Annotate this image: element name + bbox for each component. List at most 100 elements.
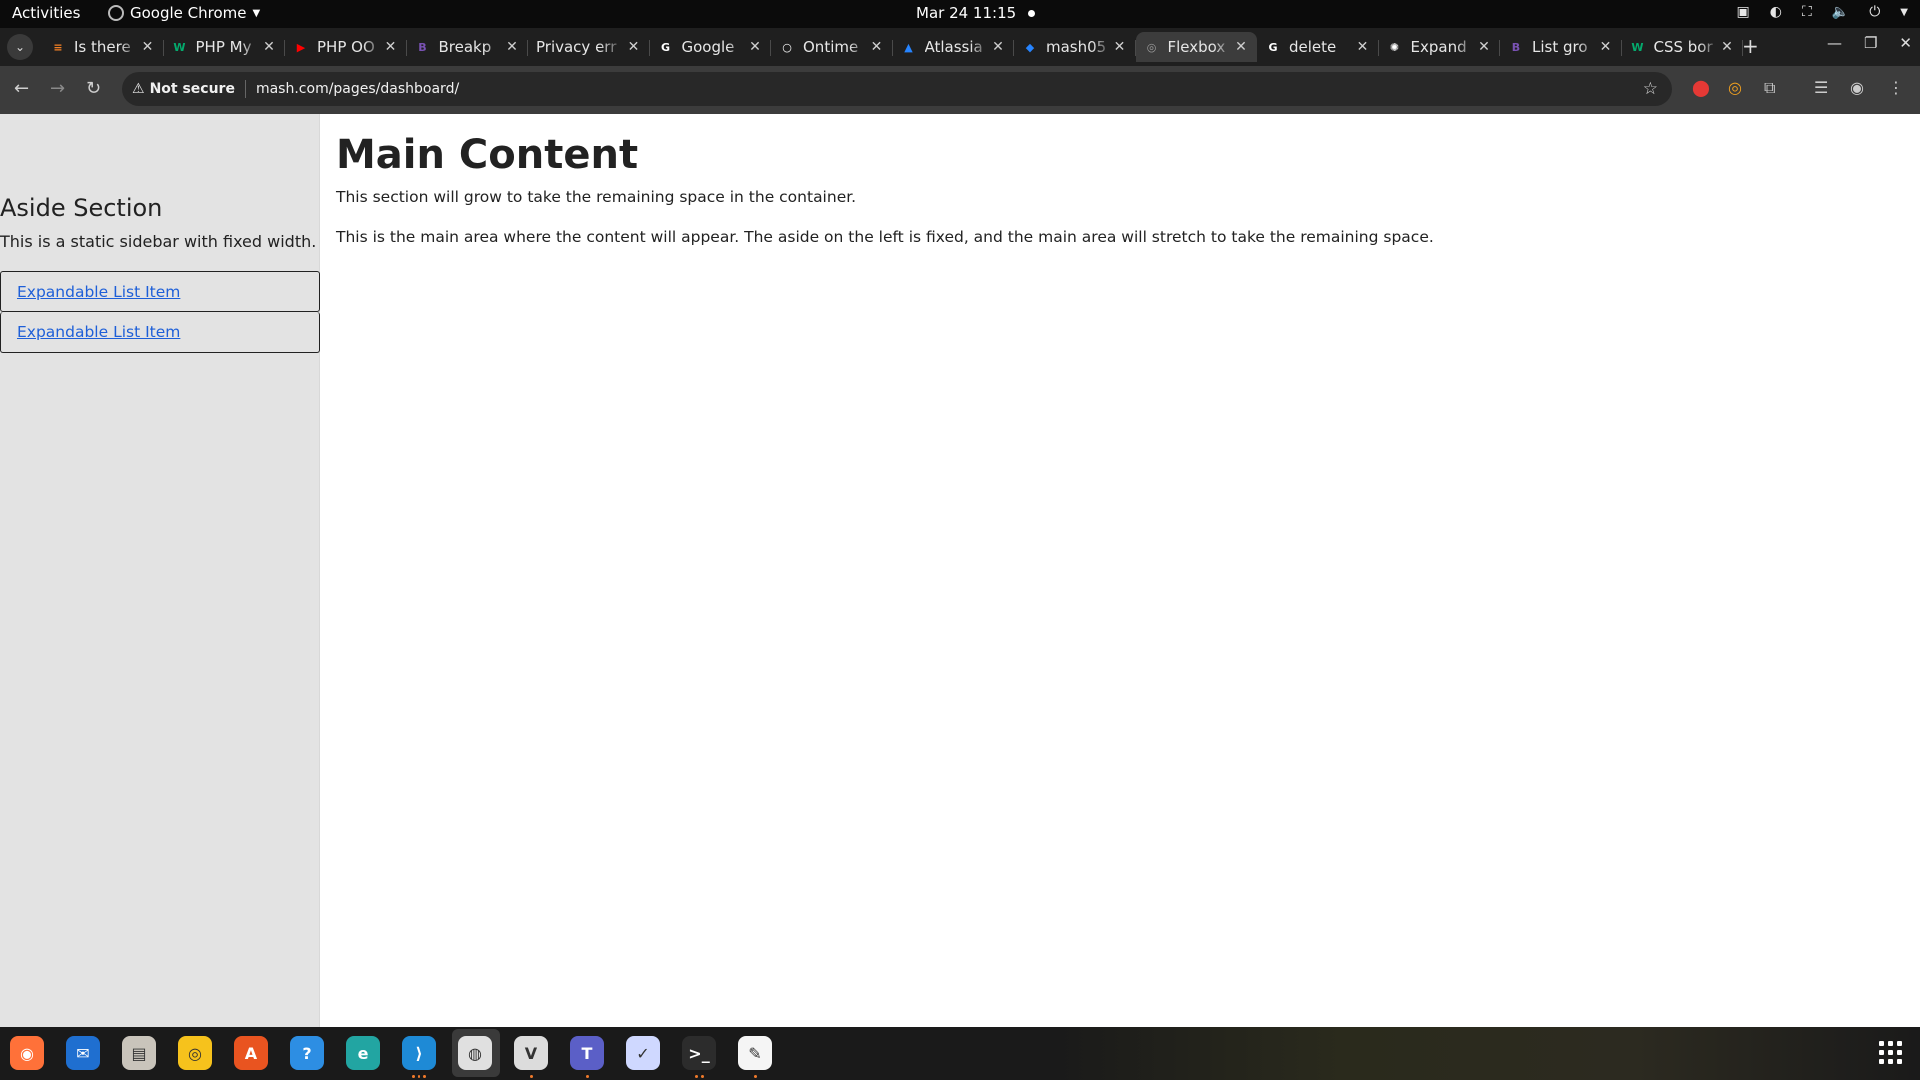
extensions-puzzle-icon[interactable]: ⧉ (1764, 78, 1775, 98)
chevron-down-icon: ▼ (252, 7, 261, 19)
activities-button[interactable]: Activities (12, 4, 80, 22)
tab-item[interactable]: ◆ mash05 ✕ (1014, 32, 1136, 62)
clock-label: Mar 24 11:15 (916, 4, 1017, 22)
rhythmbox-icon[interactable]: ◎ (178, 1036, 212, 1070)
night-light-icon[interactable]: ◐ (1770, 4, 1782, 20)
forward-icon[interactable]: → (50, 78, 65, 99)
tab-strip: ⌄ ≡ Is there ✕ W PHP My ✕ ▶ PHP OO ✕ B Breakp ✕ Priv… (0, 28, 1920, 66)
browser-toolbar: ← → ↻ ⚠ Not secure mash.com/pages/dashbo… (0, 66, 1920, 112)
back-icon[interactable]: ← (14, 78, 29, 99)
tab-title: Expand (1410, 38, 1467, 56)
chrome-icon[interactable]: ◍ (458, 1036, 492, 1070)
list-item: Expandable List Item (0, 312, 320, 353)
system-tray[interactable]: ▣ ◐ ⛶ 🔈 ⏻ ▼ (1737, 4, 1908, 20)
show-apps-icon[interactable] (1879, 1041, 1902, 1064)
close-icon[interactable]: ✕ (383, 39, 399, 55)
url-text[interactable]: mash.com/pages/dashboard/ (256, 81, 459, 97)
warning-icon[interactable]: ⚠ (132, 81, 145, 97)
bookmark-star-icon[interactable]: ☆ (1643, 79, 1658, 99)
tab-item[interactable]: ▶ PHP OO ✕ (285, 32, 407, 62)
expandable-list-item-link[interactable]: Expandable List Item (17, 283, 180, 301)
tab-title: Flexbox (1167, 38, 1226, 56)
menu-kebab-icon[interactable]: ⋮ (1888, 78, 1904, 97)
tab-item[interactable]: ≡ Is there ✕ (42, 32, 164, 62)
new-tab-button[interactable]: + (1742, 34, 1759, 58)
notification-dot-icon (1028, 10, 1036, 17)
reading-list-icon[interactable]: ☰ (1814, 78, 1828, 97)
close-icon[interactable]: ✕ (1598, 39, 1614, 55)
firefox-icon[interactable]: ◉ (10, 1036, 44, 1070)
close-icon[interactable]: ✕ (1899, 34, 1912, 52)
close-icon[interactable]: ✕ (504, 39, 520, 55)
tab-active[interactable]: ◎ Flexbox ✕ (1135, 32, 1257, 62)
tab-item[interactable]: B List gro ✕ (1500, 32, 1622, 62)
tab-item[interactable]: ○ Ontime ✕ (771, 32, 893, 62)
w3schools-icon: W (173, 40, 186, 54)
close-icon[interactable]: ✕ (990, 39, 1006, 55)
close-icon[interactable]: ✕ (140, 39, 156, 55)
profile-icon[interactable]: ◉ (1850, 78, 1864, 97)
window-controls: — ❐ ✕ (1827, 34, 1912, 52)
tab-title: PHP My (195, 38, 252, 56)
running-indicator (524, 1075, 538, 1078)
close-icon[interactable]: ✕ (261, 39, 277, 55)
extension-red-icon[interactable]: ⬤ (1692, 78, 1710, 97)
tab-item[interactable]: ✺ Expand ✕ (1379, 32, 1501, 62)
tab-title: PHP OO (317, 38, 375, 56)
chevron-down-icon[interactable]: ▼ (1900, 7, 1908, 18)
vim-icon[interactable]: V (514, 1036, 548, 1070)
tab-item[interactable]: Gdelete ✕ (1257, 32, 1379, 62)
teams-icon[interactable]: T (570, 1036, 604, 1070)
clock[interactable]: Mar 24 11:15 (916, 4, 1036, 22)
expandable-list-item-link[interactable]: Expandable List Item (17, 323, 180, 341)
teams-icon[interactable]: ▣ (1737, 4, 1750, 20)
main-paragraph-2: This is the main area where the content … (336, 228, 1434, 246)
volume-icon[interactable]: 🔈 (1832, 4, 1849, 20)
close-icon[interactable]: ✕ (1112, 39, 1128, 55)
power-icon[interactable]: ⏻ (1869, 4, 1880, 20)
aside-section: Aside Section This is a static sidebar w… (0, 114, 320, 1027)
tab-title: Is there (74, 38, 131, 56)
aside-description: This is a static sidebar with fixed widt… (0, 232, 317, 251)
tab-title: Breakp (438, 38, 492, 56)
address-bar[interactable]: ⚠ Not secure mash.com/pages/dashboard/ ☆ (122, 72, 1672, 106)
tab-title: CSS bor (1653, 38, 1713, 56)
minimize-icon[interactable]: — (1827, 34, 1842, 52)
tab-search-button[interactable]: ⌄ (7, 34, 33, 60)
tab-item[interactable]: B Breakp ✕ (407, 32, 529, 62)
tab-item[interactable]: G Google ✕ (650, 32, 772, 62)
software-center-icon[interactable]: A (234, 1036, 268, 1070)
text-editor-icon[interactable]: ✎ (738, 1036, 772, 1070)
reload-icon[interactable]: ↻ (86, 78, 101, 99)
close-icon[interactable]: ✕ (747, 39, 763, 55)
running-indicator (412, 1075, 427, 1078)
close-icon[interactable]: ✕ (1719, 39, 1735, 55)
close-icon[interactable]: ✕ (869, 39, 885, 55)
main-content: Main Content This section will grow to t… (336, 114, 1920, 1027)
tab-item[interactable]: W CSS bor ✕ (1622, 32, 1744, 62)
security-label[interactable]: Not secure (150, 81, 235, 97)
terminal-icon[interactable]: >_ (682, 1036, 716, 1070)
close-icon[interactable]: ✕ (1476, 39, 1492, 55)
tab-item[interactable]: Privacy err ✕ (528, 32, 650, 62)
tab-list: ≡ Is there ✕ W PHP My ✕ ▶ PHP OO ✕ B Breakp ✕ Privac… (42, 32, 1743, 66)
tab-item[interactable]: ▲ Atlassia ✕ (893, 32, 1015, 62)
messenger-icon[interactable]: ✓ (626, 1036, 660, 1070)
stackoverflow-icon: ≡ (53, 40, 63, 54)
close-icon[interactable]: ✕ (1355, 39, 1371, 55)
running-indicator (580, 1075, 594, 1078)
extension-ring-icon[interactable]: ◎ (1728, 78, 1742, 97)
close-icon[interactable]: ✕ (626, 39, 642, 55)
network-icon[interactable]: ⛶ (1802, 4, 1812, 20)
tab-title: Ontime (803, 38, 859, 56)
help-icon[interactable]: ? (290, 1036, 324, 1070)
edge-icon[interactable]: e (346, 1036, 380, 1070)
files-icon[interactable]: ▤ (122, 1036, 156, 1070)
close-icon[interactable]: ✕ (1233, 39, 1249, 55)
app-menu[interactable]: Google Chrome ▼ (108, 4, 260, 22)
vscode-icon[interactable]: ⟩ (402, 1036, 436, 1070)
restore-icon[interactable]: ❐ (1864, 34, 1877, 52)
thunderbird-icon[interactable]: ✉ (66, 1036, 100, 1070)
tab-item[interactable]: W PHP My ✕ (164, 32, 286, 62)
main-paragraph-1: This section will grow to take the remai… (336, 188, 857, 206)
